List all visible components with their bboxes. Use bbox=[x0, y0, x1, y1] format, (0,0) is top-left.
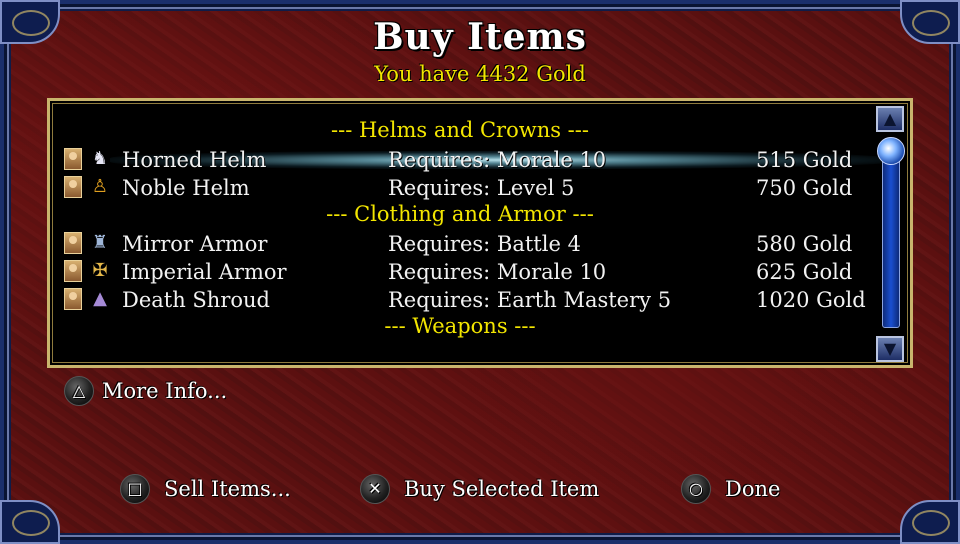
scroll-down-button[interactable]: ▼ bbox=[876, 336, 904, 362]
character-portrait-icon bbox=[64, 288, 82, 310]
noble-helm-icon: ♙ bbox=[91, 176, 109, 197]
category-helms-and-crowns: --- Helms and Crowns --- bbox=[331, 118, 589, 142]
horned-helm-icon: ♞ bbox=[91, 148, 109, 169]
item-requirement: Requires: Battle 4 bbox=[388, 232, 581, 256]
character-portrait-icon bbox=[64, 148, 82, 170]
shop-item-row[interactable]: ♙ Noble Helm Requires: Level 5 750 Gold bbox=[60, 174, 870, 202]
item-requirement: Requires: Morale 10 bbox=[388, 260, 607, 284]
item-price: 1020 Gold bbox=[756, 288, 866, 312]
shop-item-list: --- Helms and Crowns --- ♞ Horned Helm R… bbox=[47, 98, 913, 368]
item-price: 580 Gold bbox=[756, 232, 853, 256]
shop-item-row[interactable]: ♞ Horned Helm Requires: Morale 10 515 Go… bbox=[60, 146, 890, 174]
arrow-up-icon: ▲ bbox=[883, 109, 897, 128]
shop-item-row[interactable]: ▲ Death Shroud Requires: Earth Mastery 5… bbox=[60, 286, 870, 314]
item-price: 750 Gold bbox=[756, 176, 853, 200]
cross-button-icon: ✕ bbox=[360, 474, 390, 504]
scroll-track[interactable] bbox=[877, 137, 905, 328]
imperial-armor-icon: ✠ bbox=[92, 260, 108, 281]
item-requirement: Requires: Earth Mastery 5 bbox=[388, 288, 672, 312]
buy-selected-item-label: Buy Selected Item bbox=[404, 477, 600, 501]
list-scrollbar[interactable]: ▲ ▼ bbox=[876, 106, 906, 362]
item-requirement: Requires: Morale 10 bbox=[388, 148, 607, 172]
character-portrait-icon bbox=[64, 176, 82, 198]
item-name: Death Shroud bbox=[122, 288, 270, 312]
character-portrait-icon bbox=[64, 260, 82, 282]
sell-items-label: Sell Items... bbox=[164, 477, 291, 501]
item-requirement: Requires: Level 5 bbox=[388, 176, 575, 200]
item-price: 515 Gold bbox=[756, 148, 853, 172]
item-name: Horned Helm bbox=[122, 148, 267, 172]
gold-balance: You have 4432 Gold bbox=[374, 62, 586, 86]
scroll-up-button[interactable]: ▲ bbox=[876, 106, 904, 132]
page-title: Buy Items bbox=[373, 16, 587, 58]
more-info-label: More Info... bbox=[102, 379, 228, 403]
square-button-icon: □ bbox=[120, 474, 150, 504]
arrow-down-icon: ▼ bbox=[883, 339, 897, 358]
character-portrait-icon bbox=[64, 232, 82, 254]
mirror-armor-icon: ♜ bbox=[91, 232, 109, 253]
item-price: 625 Gold bbox=[756, 260, 853, 284]
done-button[interactable]: ○ Done bbox=[681, 474, 780, 504]
shop-item-row[interactable]: ✠ Imperial Armor Requires: Morale 10 625… bbox=[60, 258, 870, 286]
more-info-button[interactable]: △ More Info... bbox=[64, 376, 227, 406]
item-name: Mirror Armor bbox=[122, 232, 268, 256]
scroll-thumb[interactable] bbox=[877, 137, 905, 165]
category-clothing-and-armor: --- Clothing and Armor --- bbox=[326, 202, 594, 226]
category-weapons: --- Weapons --- bbox=[384, 314, 536, 338]
shop-item-row[interactable]: ♜ Mirror Armor Requires: Battle 4 580 Go… bbox=[60, 230, 870, 258]
sell-items-button[interactable]: □ Sell Items... bbox=[120, 474, 291, 504]
done-label: Done bbox=[725, 477, 781, 501]
death-shroud-icon: ▲ bbox=[93, 288, 107, 309]
triangle-button-icon: △ bbox=[64, 376, 94, 406]
circle-button-icon: ○ bbox=[681, 474, 711, 504]
item-name: Noble Helm bbox=[122, 176, 250, 200]
item-name: Imperial Armor bbox=[122, 260, 287, 284]
buy-selected-item-button[interactable]: ✕ Buy Selected Item bbox=[360, 474, 599, 504]
